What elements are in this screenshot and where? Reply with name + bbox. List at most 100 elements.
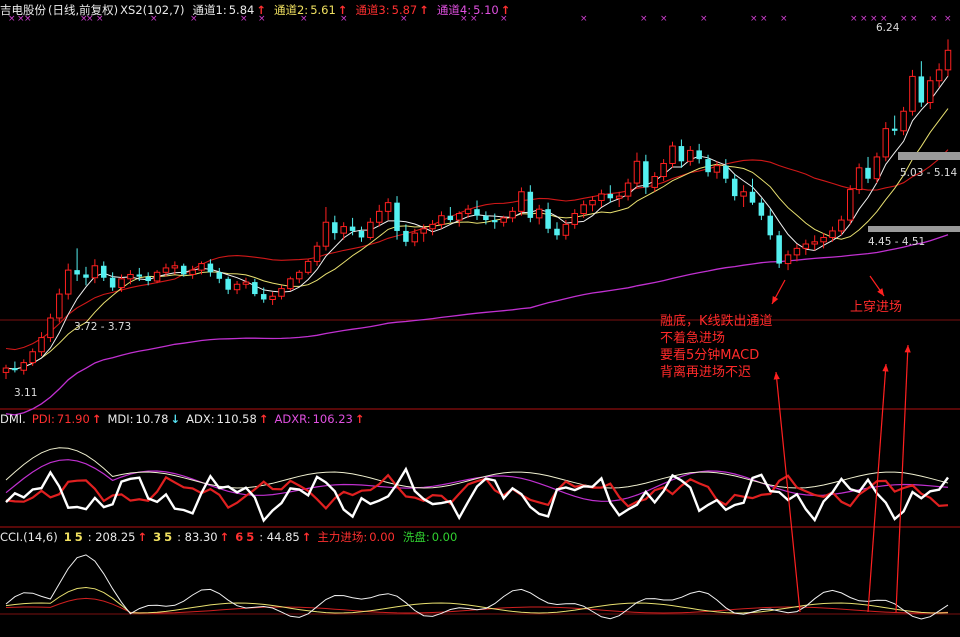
marker-cross-icon: ×: [930, 14, 938, 24]
down-arrow-icon: ↓: [170, 412, 181, 426]
marker-cross-icon: ×: [900, 14, 908, 24]
candle-body: [38, 337, 45, 353]
candle-body: [811, 241, 818, 245]
highlight-bar: [868, 226, 960, 232]
price-high-label: 6.24: [876, 22, 900, 34]
candle-body: [802, 243, 810, 249]
annotation-cross-entry: 上穿进场: [850, 300, 903, 315]
candle-body: [180, 265, 187, 275]
candle-body: [882, 128, 890, 158]
candle-body: [367, 221, 374, 238]
candle-body: [820, 236, 827, 243]
candle-body: [296, 271, 303, 280]
candle-body: [74, 270, 80, 275]
cci-15-line: [5, 554, 949, 620]
candle-body: [340, 226, 347, 234]
cci-35-line: [5, 586, 949, 614]
ch2-value: 5.61: [310, 3, 336, 17]
up-arrow-icon: ↑: [256, 3, 266, 17]
candle-body: [242, 281, 250, 285]
annotation-bottom-note: 融底，K线跌出通道 不着急进场 要看5分钟MACD 背离再进场不迟: [660, 313, 773, 381]
candle-body: [127, 273, 134, 280]
candle-body: [633, 160, 641, 184]
candle-body: [47, 317, 54, 339]
candle-body: [287, 278, 294, 290]
candle-body: [455, 213, 463, 221]
candle-body: [153, 271, 161, 282]
candle-body: [411, 232, 419, 243]
pdi-label: PDI:: [31, 412, 55, 426]
annotation-arrow-head: [904, 345, 911, 353]
candle-body: [758, 202, 765, 216]
candle-body: [216, 272, 223, 279]
cci-15-value: : 208.25: [87, 530, 136, 544]
candle-body: [20, 362, 28, 371]
annotation-line: 要看5分钟MACD: [660, 348, 760, 363]
price-range-c-label: 4.45 - 4.51: [868, 236, 926, 248]
candle-body: [313, 245, 321, 262]
cci-35-label: 35: [153, 530, 176, 544]
cci-name[interactable]: CCI.(14,6): [0, 529, 64, 545]
period-label: (日线,前复权): [48, 3, 119, 17]
indicator-name[interactable]: XS2(102,7): [120, 2, 192, 18]
candle-body: [198, 263, 205, 271]
marker-cross-icon: ×: [640, 14, 648, 24]
candle-body: [598, 193, 605, 201]
candle-body: [651, 176, 658, 188]
candle-body: [394, 202, 400, 231]
candle-body: [252, 282, 258, 295]
candle-body: [696, 150, 702, 160]
candle-body: [944, 49, 952, 71]
marker-cross-icon: ×: [780, 14, 788, 24]
candle-body: [136, 274, 143, 277]
candle-body: [171, 265, 179, 269]
dmi-name[interactable]: DMI.: [0, 411, 32, 427]
candle-body: [332, 222, 338, 234]
candle-body: [926, 80, 934, 104]
candle-body: [713, 165, 721, 173]
marker-cross-icon: ×: [860, 14, 868, 24]
cci-panel-header: CCI.(14,6) 15 : 208.25 ↑ 35 : 83.30 ↑ 65…: [0, 529, 459, 545]
dmi-panel-header: DMI. PDI: 71.90 ↑ MDI: 10.78 ↓ ADX: 110.…: [0, 411, 366, 427]
pdi-line: [5, 473, 949, 511]
marker-cross-icon: ×: [700, 14, 708, 24]
candle-body: [589, 199, 596, 206]
candle-body: [615, 195, 623, 199]
candle-body: [118, 278, 125, 289]
marker-cross-icon: ×: [944, 14, 952, 24]
wash-value: 0.00: [431, 530, 458, 544]
candle-body: [500, 217, 507, 223]
highlight-bar: [898, 152, 960, 160]
ma5-line: [5, 75, 949, 370]
candle-body: [403, 230, 409, 242]
cci-65-label: 65: [235, 530, 258, 544]
annotation-line: 融底，K线跌出通道: [660, 314, 773, 329]
candle-body: [447, 215, 454, 221]
candle-body: [900, 110, 907, 132]
ch1-label: 通道1:: [192, 3, 227, 17]
candle-body: [492, 220, 498, 223]
candle-body: [438, 215, 445, 225]
candle-body: [545, 209, 551, 229]
candle-body: [109, 277, 116, 288]
candle-body: [420, 228, 427, 234]
candle-body: [322, 221, 330, 247]
candle-body: [687, 149, 694, 162]
main-entry-value: 0.00: [369, 530, 395, 544]
candle-body: [838, 219, 845, 232]
up-arrow-icon: ↑: [137, 530, 148, 544]
candle-body: [358, 230, 365, 238]
candle-body: [509, 210, 516, 219]
ch1-value: 5.84: [228, 3, 255, 17]
candle-body: [375, 210, 383, 223]
candle-body: [607, 193, 614, 199]
candle-body: [562, 223, 570, 236]
ch3-label: 通道3:: [355, 3, 390, 17]
mdi-value: 10.78: [135, 412, 169, 426]
stock-name[interactable]: 吉电股份: [0, 2, 48, 18]
up-arrow-icon: ↑: [258, 412, 269, 426]
candle-body: [384, 202, 392, 212]
annotation-arrow-head: [877, 288, 884, 296]
candle-body: [891, 128, 898, 131]
candle-body: [527, 191, 534, 218]
